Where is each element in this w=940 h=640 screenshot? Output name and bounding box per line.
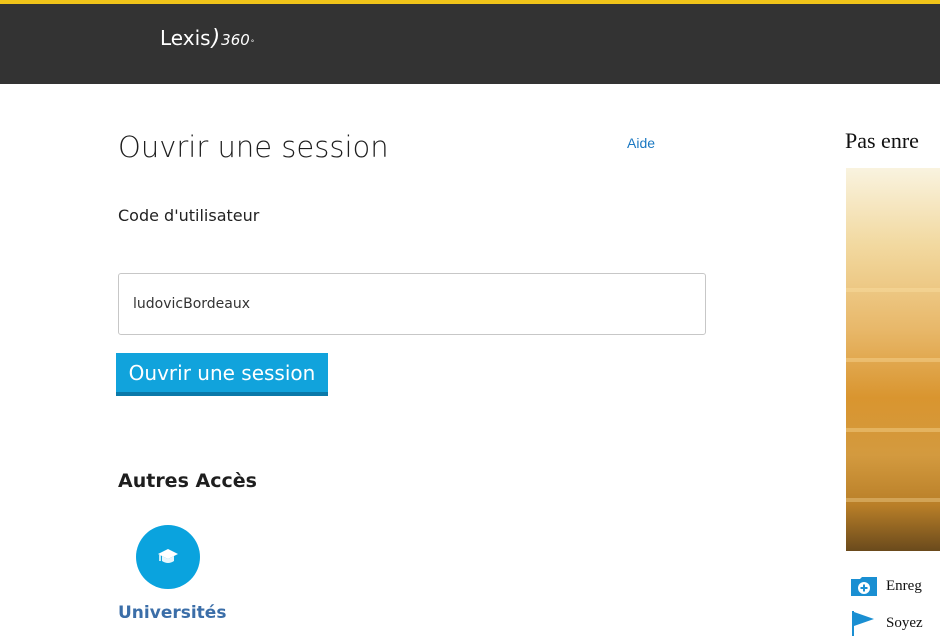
graduation-cap-icon	[158, 549, 178, 563]
side-item-follow-label: Soyez	[886, 614, 923, 631]
folder-plus-icon	[851, 577, 877, 596]
side-item-register[interactable]: Enreg	[850, 575, 922, 597]
logo-mark: )	[211, 26, 221, 51]
login-title: Ouvrir une session	[118, 130, 389, 164]
side-item-follow[interactable]: Soyez	[850, 610, 923, 636]
promo-image	[846, 168, 940, 551]
logo-number: 360	[221, 31, 250, 49]
logo-reg: °	[250, 39, 255, 47]
top-bar: Lexis ) 360 °	[0, 0, 940, 84]
universities-button[interactable]	[136, 525, 200, 589]
lexis360-logo[interactable]: Lexis ) 360 °	[160, 26, 254, 51]
user-code-input[interactable]	[118, 273, 706, 335]
user-code-label: Code d'utilisateur	[118, 206, 260, 225]
side-panel-title: Pas enre	[845, 128, 919, 153]
side-item-register-label: Enreg	[886, 577, 922, 594]
universities-link[interactable]: Universités	[118, 603, 226, 623]
login-button[interactable]: Ouvrir une session	[116, 353, 328, 396]
flag-icon	[852, 611, 874, 636]
other-access-heading: Autres Accès	[118, 470, 257, 492]
logo-text: Lexis	[160, 26, 211, 50]
help-link[interactable]: Aide	[627, 135, 655, 151]
